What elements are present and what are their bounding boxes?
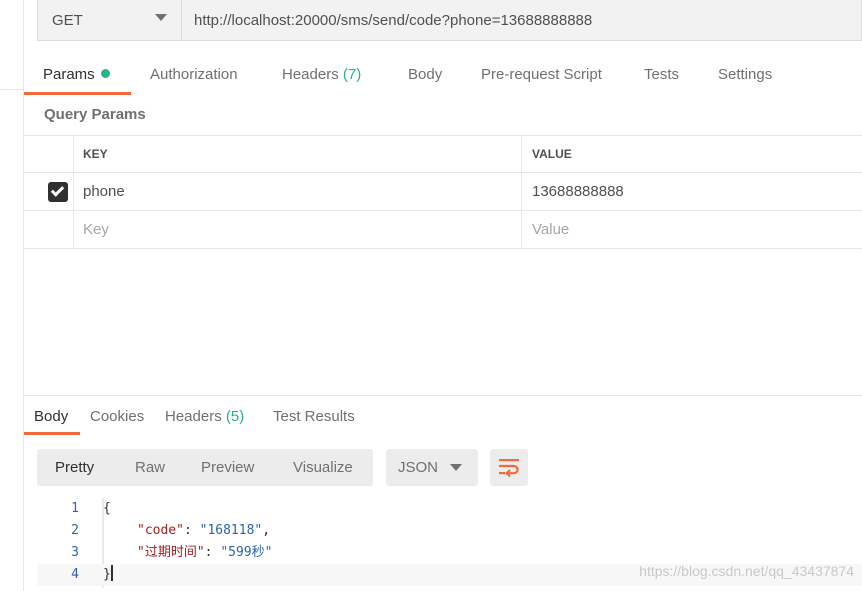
param-value: 13688888888 bbox=[532, 183, 624, 200]
chevron-down-icon bbox=[450, 464, 462, 471]
tab-authorization[interactable]: Authorization bbox=[150, 58, 238, 94]
active-tab-underline bbox=[24, 92, 131, 95]
param-value-cell[interactable]: 13688888888 bbox=[522, 173, 862, 210]
tab-label: Pre-request Script bbox=[481, 66, 602, 83]
url-input[interactable]: http://localhost:20000/sms/send/code?pho… bbox=[182, 0, 862, 41]
tab-label: Tests bbox=[644, 66, 680, 83]
param-key-cell[interactable]: phone bbox=[74, 173, 522, 210]
code-text: "code": "168118", bbox=[137, 523, 271, 538]
tab-label: Settings bbox=[718, 66, 773, 83]
code-line: 3 "过期时间": "599秒" bbox=[37, 542, 862, 564]
param-key: phone bbox=[83, 183, 125, 200]
tab-params[interactable]: Params bbox=[43, 58, 110, 94]
text-cursor bbox=[110, 565, 113, 581]
header-checkbox-cell bbox=[24, 136, 74, 172]
preview-button[interactable]: Preview bbox=[201, 449, 254, 486]
format-select-value: JSON bbox=[398, 459, 439, 476]
tab-label: Authorization bbox=[150, 66, 238, 83]
active-tab-underline bbox=[24, 432, 80, 435]
code-line: 2 "code": "168118", bbox=[37, 520, 862, 542]
tab-tests[interactable]: Tests bbox=[644, 58, 679, 94]
row-checkbox-cell bbox=[24, 173, 74, 210]
watermark: https://blog.csdn.net/qq_43437874 bbox=[639, 563, 854, 579]
resp-tab-cookies[interactable]: Cookies bbox=[90, 400, 144, 434]
tab-label: Body bbox=[408, 66, 443, 83]
request-tabs: Params Authorization Headers (7) Body Pr… bbox=[24, 58, 862, 96]
pretty-button[interactable]: Pretty bbox=[55, 449, 94, 486]
tab-label: Cookies bbox=[90, 408, 145, 425]
line-number: 2 bbox=[71, 523, 79, 538]
closing-brace: } bbox=[103, 567, 111, 582]
table-row-empty: Key Value bbox=[24, 211, 862, 249]
params-active-dot-icon bbox=[100, 69, 110, 78]
method-select[interactable]: GET bbox=[37, 0, 182, 41]
new-key-input[interactable]: Key bbox=[74, 211, 522, 248]
json-value: "599秒" bbox=[220, 545, 273, 560]
wrap-lines-button[interactable] bbox=[490, 449, 528, 486]
wrap-lines-icon bbox=[499, 459, 519, 477]
tab-count: (5) bbox=[225, 408, 245, 425]
check-icon bbox=[50, 183, 65, 197]
chevron-down-icon bbox=[155, 14, 167, 21]
tab-label: Headers bbox=[282, 66, 339, 83]
table-header-row: KEY VALUE bbox=[24, 135, 862, 173]
tab-headers[interactable]: Headers (7) bbox=[282, 58, 361, 94]
tab-body[interactable]: Body bbox=[408, 58, 442, 94]
response-divider bbox=[24, 395, 862, 396]
tab-label: Params bbox=[43, 66, 95, 83]
tab-count: (7) bbox=[342, 66, 362, 83]
json-key: "code" bbox=[137, 523, 184, 538]
method-label: GET bbox=[52, 11, 83, 29]
column-header-value: VALUE bbox=[532, 147, 572, 161]
column-header-key: KEY bbox=[74, 136, 522, 172]
format-button-group: Pretty Raw Preview Visualize bbox=[37, 449, 373, 486]
key-placeholder: Key bbox=[83, 221, 109, 238]
resp-tab-test-results[interactable]: Test Results bbox=[273, 400, 355, 434]
line-number: 4 bbox=[71, 567, 79, 582]
json-value: "168118" bbox=[199, 523, 263, 538]
resp-tab-body[interactable]: Body bbox=[34, 400, 68, 434]
query-params-table: KEY VALUE phone 13688888888 Key Value bbox=[24, 135, 862, 249]
code-line: 1 { bbox=[37, 498, 862, 520]
tab-label: Headers bbox=[165, 408, 222, 425]
format-select[interactable]: JSON bbox=[386, 449, 478, 486]
row-checkbox[interactable] bbox=[48, 182, 68, 202]
url-text: http://localhost:20000/sms/send/code?pho… bbox=[194, 11, 593, 29]
request-bar: GET http://localhost:20000/sms/send/code… bbox=[37, 0, 862, 41]
response-tabs: Body Cookies Headers (5) Test Results bbox=[24, 400, 862, 436]
tab-pre-request-script[interactable]: Pre-request Script bbox=[481, 58, 602, 94]
json-key: "过期时间" bbox=[137, 545, 205, 560]
code-text: { bbox=[103, 501, 111, 516]
tab-label: Test Results bbox=[273, 408, 355, 425]
sidebar-divider bbox=[0, 89, 24, 90]
code-text: } bbox=[103, 564, 113, 586]
table-row: phone 13688888888 bbox=[24, 173, 862, 211]
value-placeholder: Value bbox=[532, 221, 570, 238]
tab-settings[interactable]: Settings bbox=[718, 58, 772, 94]
json-comma: , bbox=[262, 523, 271, 538]
code-text: "过期时间": "599秒" bbox=[137, 545, 273, 560]
raw-button[interactable]: Raw bbox=[135, 449, 165, 486]
row-checkbox-cell bbox=[24, 211, 74, 248]
line-number: 3 bbox=[71, 545, 79, 560]
query-params-title: Query Params bbox=[44, 106, 146, 123]
tab-label: Body bbox=[34, 408, 69, 425]
resp-tab-headers[interactable]: Headers (5) bbox=[165, 400, 244, 434]
line-number: 1 bbox=[71, 501, 79, 516]
left-sidebar-strip bbox=[0, 0, 24, 591]
visualize-button[interactable]: Visualize bbox=[293, 449, 353, 486]
new-value-input[interactable]: Value bbox=[522, 211, 862, 248]
